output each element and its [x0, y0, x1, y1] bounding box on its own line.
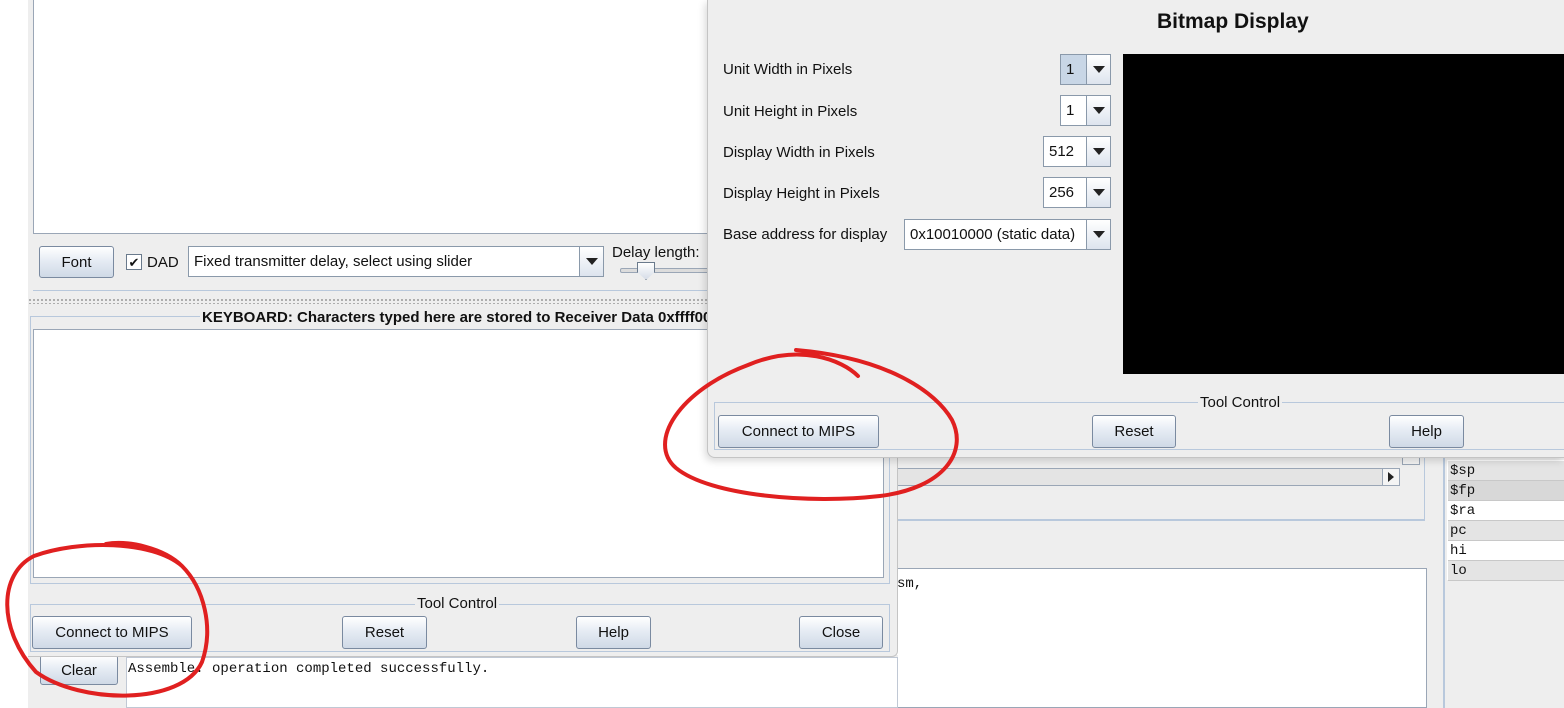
annotation-circle-bitmap-connect: [663, 348, 959, 501]
annotation-overlay: [5, 348, 959, 698]
annotation-circle-left-connect: [5, 541, 210, 698]
